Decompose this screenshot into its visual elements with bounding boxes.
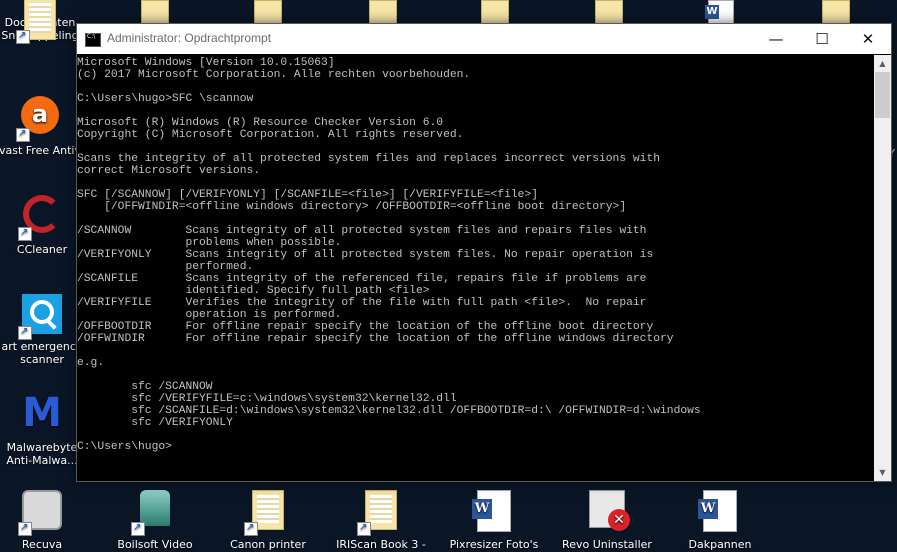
desktop-icon-pixresizer[interactable]: Pixresizer Foto's [449, 490, 539, 551]
vertical-scrollbar[interactable]: ▲ ▼ [874, 55, 891, 481]
revo-uninstaller-icon: ✕ [585, 490, 630, 534]
maximize-button[interactable]: ☐ [799, 24, 845, 54]
desktop-icon-label: Dakpannen [688, 538, 752, 551]
console-line: /OFFWINDIR For offline repair specify th… [77, 333, 674, 345]
word-document-icon [698, 490, 742, 534]
desktop-icon-label: Recuva [21, 538, 63, 551]
console-line: Microsoft Windows [Version 10.0.15063] [77, 57, 335, 69]
console-line: C:\Users\hugo>SFC \scannow [77, 93, 254, 105]
desktop-icon-emergency-scanner[interactable]: art emergency scanner [0, 294, 87, 366]
recuva-icon [18, 490, 64, 536]
close-button[interactable]: ✕ [845, 24, 891, 54]
emergency-scanner-icon [18, 294, 64, 340]
boilsoft-icon [131, 490, 177, 536]
console-line: Microsoft (R) Windows (R) Resource Check… [77, 117, 444, 129]
console-app-icon[interactable] [85, 33, 101, 47]
word-document-icon [472, 490, 516, 534]
console-line: /VERIFYONLY Scans integrity of all prote… [77, 249, 654, 261]
scroll-thumb[interactable] [875, 72, 890, 118]
folder-icon[interactable] [254, 0, 282, 24]
console-line: sfc /VERIFYFILE=c:\windows\system32\kern… [131, 393, 457, 405]
desktop-icon-iriscan[interactable]: IRIScan Book 3 - [336, 490, 426, 551]
desktop-icon-malwarebytes[interactable]: M Malwarebyte Anti-Malwa... [0, 393, 87, 467]
desktop-icon-dakpannen[interactable]: Dakpannen [675, 490, 765, 551]
console-line: sfc /SCANNOW [131, 381, 213, 393]
folder-icon [244, 490, 290, 536]
console-line: operation is performed. [185, 309, 342, 321]
console-line: [/OFFWINDIR=<offline windows directory> … [104, 201, 627, 213]
desktop-icon-label: art emergency scanner [1, 340, 83, 366]
malwarebytes-icon: M [22, 390, 62, 436]
avast-icon: a [16, 96, 62, 142]
console-line: performed. [185, 261, 254, 273]
console-line: Scans the integrity of all protected sys… [77, 153, 661, 165]
folder-shortcut-icon [16, 0, 62, 44]
console-line: /SCANNOW Scans integrity of all protecte… [77, 225, 647, 237]
console-output[interactable]: Microsoft Windows [Version 10.0.15063] (… [77, 55, 873, 481]
ccleaner-icon [18, 195, 64, 241]
console-line: sfc /SCANFILE=d:\windows\system32\kernel… [131, 405, 701, 417]
console-line: identified. Specify full path <file> [185, 285, 430, 297]
desktop-icon-label: vast Free Antiv [0, 144, 81, 157]
desktop-icon-recuva[interactable]: Recuva [0, 490, 87, 551]
desktop-icon-label: IRIScan Book 3 - [336, 538, 426, 551]
console-line: /OFFBOOTDIR For offline repair specify t… [77, 321, 654, 333]
folder-icon[interactable] [141, 0, 169, 24]
console-line: sfc /VERIFYONLY [131, 417, 233, 429]
word-document-icon[interactable] [705, 0, 734, 24]
scroll-down-arrow-icon[interactable]: ▼ [874, 464, 891, 481]
desktop-icon-canon-printer[interactable]: Canon printer [223, 490, 313, 551]
folder-icon[interactable] [369, 0, 397, 24]
desktop-icon-label: Canon printer [230, 538, 306, 551]
console-line: correct Microsoft versions. [77, 165, 261, 177]
window-title: Administrator: Opdrachtprompt [107, 31, 272, 45]
folder-icon[interactable] [481, 0, 509, 24]
folder-icon[interactable] [595, 0, 623, 24]
minimize-button[interactable]: — [753, 24, 799, 54]
command-prompt-window[interactable]: Administrator: Opdrachtprompt — ☐ ✕ Micr… [76, 23, 892, 482]
folder-icon[interactable] [822, 0, 850, 24]
console-line: (c) 2017 Microsoft Corporation. Alle rec… [77, 69, 471, 81]
desktop-icon-label: Malwarebyte Anti-Malwa... [6, 441, 78, 467]
console-line: SFC [/SCANNOW] [/VERIFYONLY] [/SCANFILE=… [77, 189, 538, 201]
console-text: Microsoft Windows [Version 10.0.15063] (… [77, 55, 873, 453]
folder-icon [357, 490, 403, 536]
desktop-icon-revo[interactable]: ✕ Revo Uninstaller [562, 490, 652, 551]
desktop-icon-ccleaner[interactable]: CCleaner [0, 195, 87, 256]
console-line: Copyright (C) Microsoft Corporation. All… [77, 129, 464, 141]
desktop-icon-documenten[interactable]: Documenten Snelkoppeling [0, 0, 85, 44]
desktop-icon-label: CCleaner [16, 243, 68, 256]
desktop-icon-label: Revo Uninstaller [562, 538, 652, 551]
console-line: /VERIFYFILE Verifies the integrity of th… [77, 297, 647, 309]
desktop-icon-avast[interactable]: a vast Free Antiv [0, 96, 85, 157]
desktop-icon-label: Pixresizer Foto's [449, 538, 539, 551]
console-line: problems when possible. [185, 237, 342, 249]
desktop-icon-boilsoft[interactable]: Boilsoft Video [110, 490, 200, 551]
title-bar[interactable]: Administrator: Opdrachtprompt — ☐ ✕ [77, 24, 891, 54]
desktop-icon-label: Boilsoft Video [117, 538, 193, 551]
console-line: C:\Users\hugo> [77, 441, 172, 453]
console-line: /SCANFILE Scans integrity of the referen… [77, 273, 647, 285]
scroll-up-arrow-icon[interactable]: ▲ [874, 55, 891, 72]
console-line: e.g. [77, 357, 105, 369]
